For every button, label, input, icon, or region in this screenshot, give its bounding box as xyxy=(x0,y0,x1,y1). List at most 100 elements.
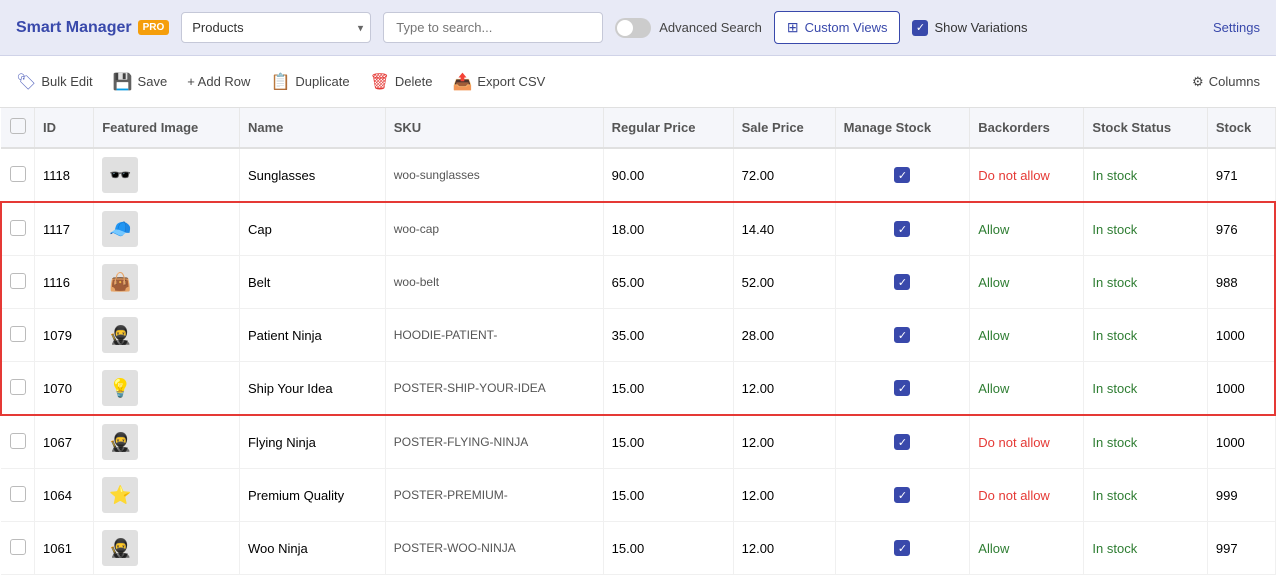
cell-sku: woo-sunglasses xyxy=(385,148,603,202)
cell-backorders[interactable]: Allow xyxy=(970,362,1084,416)
save-label: Save xyxy=(138,74,168,89)
show-variations-checkbox[interactable]: ✓ xyxy=(912,20,928,36)
row-checkbox[interactable] xyxy=(10,220,26,236)
settings-link[interactable]: Settings xyxy=(1213,20,1260,35)
cell-manage-stock[interactable]: ✓ xyxy=(835,309,970,362)
manage-stock-checkbox[interactable]: ✓ xyxy=(894,221,910,237)
cell-regular-price[interactable]: 65.00 xyxy=(603,256,733,309)
cell-stock[interactable]: 999 xyxy=(1207,469,1275,522)
cell-id: 1061 xyxy=(35,522,94,575)
columns-button[interactable]: ⚙ Columns xyxy=(1192,74,1260,90)
cell-stock[interactable]: 976 xyxy=(1207,202,1275,256)
cell-manage-stock[interactable]: ✓ xyxy=(835,362,970,416)
cell-sale-price[interactable]: 72.00 xyxy=(733,148,835,202)
advanced-search-toggle[interactable]: Advanced Search xyxy=(615,18,762,38)
cell-backorders[interactable]: Allow xyxy=(970,522,1084,575)
delete-button[interactable]: 🗑 Delete xyxy=(370,72,433,92)
manage-stock-checkbox[interactable]: ✓ xyxy=(894,327,910,343)
cell-name[interactable]: Flying Ninja xyxy=(239,415,385,469)
product-image: 🥷 xyxy=(102,424,138,460)
show-variations-toggle[interactable]: ✓ Show Variations xyxy=(912,20,1027,36)
cell-manage-stock[interactable]: ✓ xyxy=(835,415,970,469)
products-table: ID Featured Image Name SKU Regular Price… xyxy=(0,108,1276,575)
cell-regular-price[interactable]: 18.00 xyxy=(603,202,733,256)
row-checkbox[interactable] xyxy=(10,273,26,289)
cell-name[interactable]: Premium Quality xyxy=(239,469,385,522)
cell-stock[interactable]: 1000 xyxy=(1207,309,1275,362)
cell-sale-price[interactable]: 52.00 xyxy=(733,256,835,309)
cell-name[interactable]: Ship Your Idea xyxy=(239,362,385,416)
delete-icon: 🗑 xyxy=(370,72,390,92)
cell-sale-price[interactable]: 14.40 xyxy=(733,202,835,256)
cell-stock[interactable]: 1000 xyxy=(1207,362,1275,416)
cell-regular-price[interactable]: 15.00 xyxy=(603,415,733,469)
delete-label: Delete xyxy=(395,74,433,89)
cell-stock-status: In stock xyxy=(1084,415,1207,469)
row-checkbox[interactable] xyxy=(10,379,26,395)
product-select-wrap[interactable]: Products Orders Coupons Customers ▾ xyxy=(181,12,371,43)
cell-manage-stock[interactable]: ✓ xyxy=(835,202,970,256)
cell-regular-price[interactable]: 90.00 xyxy=(603,148,733,202)
cell-sale-price[interactable]: 12.00 xyxy=(733,522,835,575)
cell-name[interactable]: Sunglasses xyxy=(239,148,385,202)
cell-regular-price[interactable]: 15.00 xyxy=(603,362,733,416)
cell-stock[interactable]: 971 xyxy=(1207,148,1275,202)
cell-id: 1070 xyxy=(35,362,94,416)
cell-name[interactable]: Woo Ninja xyxy=(239,522,385,575)
cell-sale-price[interactable]: 12.00 xyxy=(733,415,835,469)
manage-stock-checkbox[interactable]: ✓ xyxy=(894,167,910,183)
manage-stock-checkbox[interactable]: ✓ xyxy=(894,540,910,556)
cell-manage-stock[interactable]: ✓ xyxy=(835,522,970,575)
cell-sale-price[interactable]: 28.00 xyxy=(733,309,835,362)
duplicate-button[interactable]: 📋 Duplicate xyxy=(270,72,349,92)
cell-name[interactable]: Patient Ninja xyxy=(239,309,385,362)
cell-image: ⭐ xyxy=(94,469,240,522)
cell-backorders[interactable]: Do not allow xyxy=(970,415,1084,469)
row-checkbox[interactable] xyxy=(10,326,26,342)
row-checkbox[interactable] xyxy=(10,166,26,182)
product-select[interactable]: Products Orders Coupons Customers xyxy=(181,12,371,43)
manage-stock-checkbox[interactable]: ✓ xyxy=(894,434,910,450)
export-csv-button[interactable]: 📤 Export CSV xyxy=(452,72,545,92)
cell-regular-price[interactable]: 35.00 xyxy=(603,309,733,362)
manage-stock-checkbox[interactable]: ✓ xyxy=(894,380,910,396)
add-row-button[interactable]: + Add Row xyxy=(187,74,250,89)
cell-regular-price[interactable]: 15.00 xyxy=(603,469,733,522)
row-checkbox[interactable] xyxy=(10,433,26,449)
cell-backorders[interactable]: Allow xyxy=(970,256,1084,309)
cell-backorders[interactable]: Do not allow xyxy=(970,148,1084,202)
advanced-search-switch[interactable] xyxy=(615,18,651,38)
select-all-checkbox[interactable] xyxy=(10,118,26,134)
cell-backorders[interactable]: Do not allow xyxy=(970,469,1084,522)
header-bar: Smart Manager PRO Products Orders Coupon… xyxy=(0,0,1276,56)
cell-name[interactable]: Belt xyxy=(239,256,385,309)
manage-stock-checkbox[interactable]: ✓ xyxy=(894,274,910,290)
cell-sku: HOODIE-PATIENT- xyxy=(385,309,603,362)
cell-manage-stock[interactable]: ✓ xyxy=(835,148,970,202)
save-icon: 💾 xyxy=(113,72,133,92)
search-input[interactable] xyxy=(383,12,603,43)
cell-stock-status: In stock xyxy=(1084,309,1207,362)
cell-stock[interactable]: 997 xyxy=(1207,522,1275,575)
cell-stock[interactable]: 1000 xyxy=(1207,415,1275,469)
row-checkbox[interactable] xyxy=(10,486,26,502)
bulk-edit-icon: 🏷 xyxy=(16,72,36,92)
col-header-sku: SKU xyxy=(385,108,603,148)
table-row: 1117 🧢 Cap woo-cap 18.00 14.40 ✓ Allow I… xyxy=(1,202,1275,256)
cell-regular-price[interactable]: 15.00 xyxy=(603,522,733,575)
custom-views-button[interactable]: ⊞ Custom Views xyxy=(774,11,901,44)
cell-backorders[interactable]: Allow xyxy=(970,309,1084,362)
save-button[interactable]: 💾 Save xyxy=(113,72,168,92)
cell-backorders[interactable]: Allow xyxy=(970,202,1084,256)
cell-name[interactable]: Cap xyxy=(239,202,385,256)
cell-manage-stock[interactable]: ✓ xyxy=(835,256,970,309)
cell-stock[interactable]: 988 xyxy=(1207,256,1275,309)
cell-image: 🥷 xyxy=(94,309,240,362)
col-header-checkbox[interactable] xyxy=(1,108,35,148)
cell-sale-price[interactable]: 12.00 xyxy=(733,362,835,416)
cell-sale-price[interactable]: 12.00 xyxy=(733,469,835,522)
cell-manage-stock[interactable]: ✓ xyxy=(835,469,970,522)
manage-stock-checkbox[interactable]: ✓ xyxy=(894,487,910,503)
row-checkbox[interactable] xyxy=(10,539,26,555)
bulk-edit-button[interactable]: 🏷 Bulk Edit xyxy=(16,72,93,92)
